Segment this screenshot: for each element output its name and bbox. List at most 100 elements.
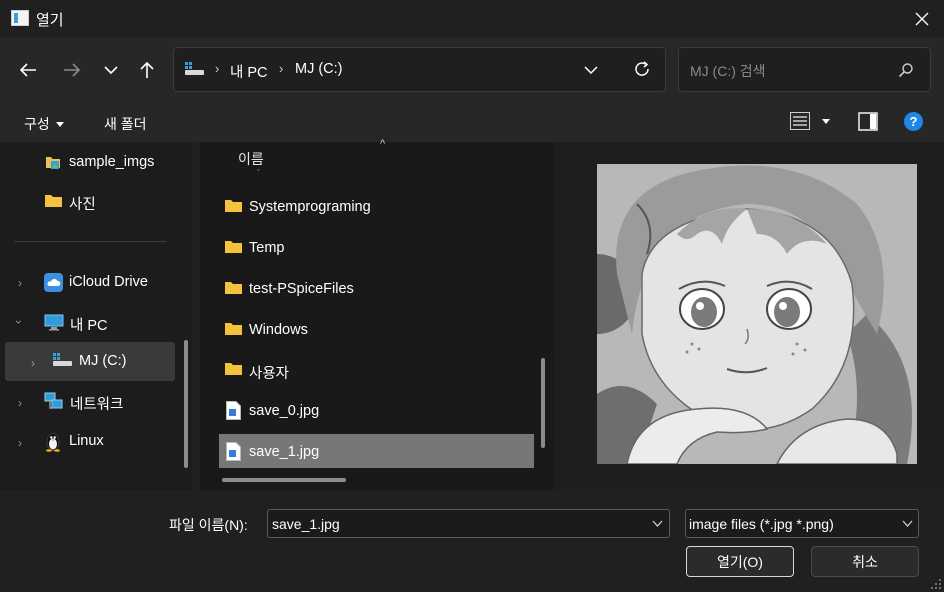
up-button[interactable] [132, 55, 162, 85]
sort-ascending-icon: ^ [380, 138, 386, 150]
column-resize-marker: ˇ [257, 168, 260, 178]
preview-illustration [597, 164, 917, 464]
nav-item-this-pc[interactable]: 내 PC [44, 313, 174, 334]
nav-item-network[interactable]: 네트워크 [44, 392, 174, 413]
open-button-label: 열기(O) [717, 553, 763, 570]
details-view-icon [790, 112, 810, 130]
nav-item-label: 사진 [69, 197, 96, 213]
image-file-icon [226, 401, 241, 420]
back-button[interactable] [13, 55, 43, 85]
file-item-selected[interactable]: save_1.jpg [224, 442, 524, 462]
file-item[interactable]: 사용자 [224, 360, 524, 382]
pc-icon [44, 314, 64, 331]
expand-chevron-icon[interactable]: › [18, 436, 22, 450]
file-item[interactable]: Temp [224, 238, 524, 258]
nav-item-label: Linux [69, 433, 104, 449]
search-box[interactable]: MJ (C:) 검색 [678, 47, 931, 92]
file-item-label: save_0.jpg [249, 403, 320, 419]
folder-icon [45, 195, 62, 207]
help-icon: ? [904, 112, 923, 131]
filetype-value: image files (*.jpg *.png) [689, 516, 834, 532]
folder-icon [225, 241, 242, 253]
expand-chevron-icon[interactable]: › [18, 396, 22, 410]
folder-icon [225, 200, 242, 212]
close-button[interactable] [904, 4, 940, 34]
file-item-label: 사용자 [249, 366, 290, 382]
file-item[interactable]: Windows [224, 320, 524, 340]
chevron-down-icon [584, 66, 598, 75]
open-button[interactable]: 열기(O) [686, 546, 794, 577]
file-list-vertical-scrollbar[interactable] [541, 358, 545, 448]
folder-icon [225, 282, 242, 294]
file-item[interactable]: test-PSpiceFiles [224, 279, 524, 299]
help-button[interactable]: ? [904, 112, 923, 136]
chevron-down-icon [902, 520, 913, 527]
command-bar: 구성 새 폴더 ? [0, 102, 944, 142]
refresh-button[interactable] [633, 60, 651, 83]
arrow-up-icon [140, 61, 154, 78]
file-item[interactable]: save_0.jpg [224, 401, 524, 421]
dialog-footer [0, 490, 944, 592]
nav-scrollbar[interactable] [184, 340, 188, 468]
breadcrumb-item[interactable]: 내 PC [230, 61, 268, 82]
column-header-name[interactable]: 이름 [238, 149, 264, 169]
preview-image [597, 164, 917, 464]
resize-grip-icon[interactable] [930, 578, 942, 590]
column-header-label: 이름 [238, 151, 264, 167]
organize-button[interactable]: 구성 [24, 114, 64, 134]
breadcrumb-separator: › [215, 61, 220, 76]
new-folder-button[interactable]: 새 폴더 [104, 114, 147, 134]
navigation-bar: › 내 PC › MJ (C:) MJ (C:) 검색 [0, 38, 944, 102]
file-item-label: Temp [249, 240, 285, 256]
nav-item-label: MJ (C:) [79, 353, 127, 369]
image-folder-icon [46, 157, 60, 169]
nav-item-photos[interactable]: 사진 [44, 192, 174, 213]
nav-item-label: iCloud Drive [69, 274, 148, 290]
filename-input[interactable]: save_1.jpg [272, 516, 340, 532]
window-title: 열기 [36, 12, 64, 29]
nav-item-drive-c[interactable]: MJ (C:) [53, 352, 171, 372]
expand-chevron-icon[interactable]: › [31, 356, 35, 370]
title-bar [0, 0, 944, 38]
file-item-label: save_1.jpg [249, 444, 320, 460]
organize-label: 구성 [24, 116, 50, 132]
caret-down-icon [55, 121, 64, 127]
filename-combobox[interactable]: save_1.jpg [267, 509, 670, 538]
nav-item-linux[interactable]: Linux [44, 432, 174, 452]
chevron-down-icon[interactable] [652, 520, 663, 527]
file-item[interactable]: Systemprograming [224, 197, 524, 217]
nav-item-label: 네트워크 [70, 397, 124, 413]
view-options-button[interactable] [790, 112, 830, 130]
expand-chevron-icon[interactable]: › [18, 276, 22, 290]
arrow-right-icon [64, 63, 81, 77]
folder-icon [225, 363, 242, 375]
linux-icon [46, 433, 60, 452]
filetype-select[interactable]: image files (*.jpg *.png) [685, 509, 919, 538]
address-bar[interactable]: › 내 PC › MJ (C:) [173, 47, 666, 92]
file-item-label: Systemprograming [249, 199, 371, 215]
folder-icon [225, 323, 242, 335]
nav-divider [14, 241, 166, 242]
nav-item-label: sample_imgs [69, 154, 155, 170]
nav-item-icloud-drive[interactable]: iCloud Drive [44, 273, 174, 293]
image-file-icon [226, 442, 241, 461]
close-icon [915, 12, 929, 26]
nav-item-label: 내 PC [70, 318, 108, 334]
cancel-button[interactable]: 취소 [811, 546, 919, 577]
file-item-label: test-PSpiceFiles [249, 281, 354, 297]
recent-locations-button[interactable] [96, 55, 126, 85]
forward-button[interactable] [57, 55, 87, 85]
search-placeholder[interactable]: MJ (C:) 검색 [690, 61, 766, 81]
nav-item-sample-imgs[interactable]: sample_imgs [44, 153, 174, 173]
collapse-chevron-icon[interactable]: › [12, 320, 26, 324]
preview-pane-button[interactable] [858, 112, 878, 136]
network-icon [44, 392, 63, 409]
file-list-horizontal-scrollbar[interactable] [222, 478, 346, 482]
app-icon [11, 10, 29, 26]
breadcrumb-item[interactable]: MJ (C:) [295, 61, 343, 77]
address-history-button[interactable] [584, 62, 598, 80]
cloud-icon [44, 273, 63, 292]
drive-icon [53, 353, 72, 366]
file-item-label: Windows [249, 322, 308, 338]
svg-text:?: ? [910, 114, 918, 129]
